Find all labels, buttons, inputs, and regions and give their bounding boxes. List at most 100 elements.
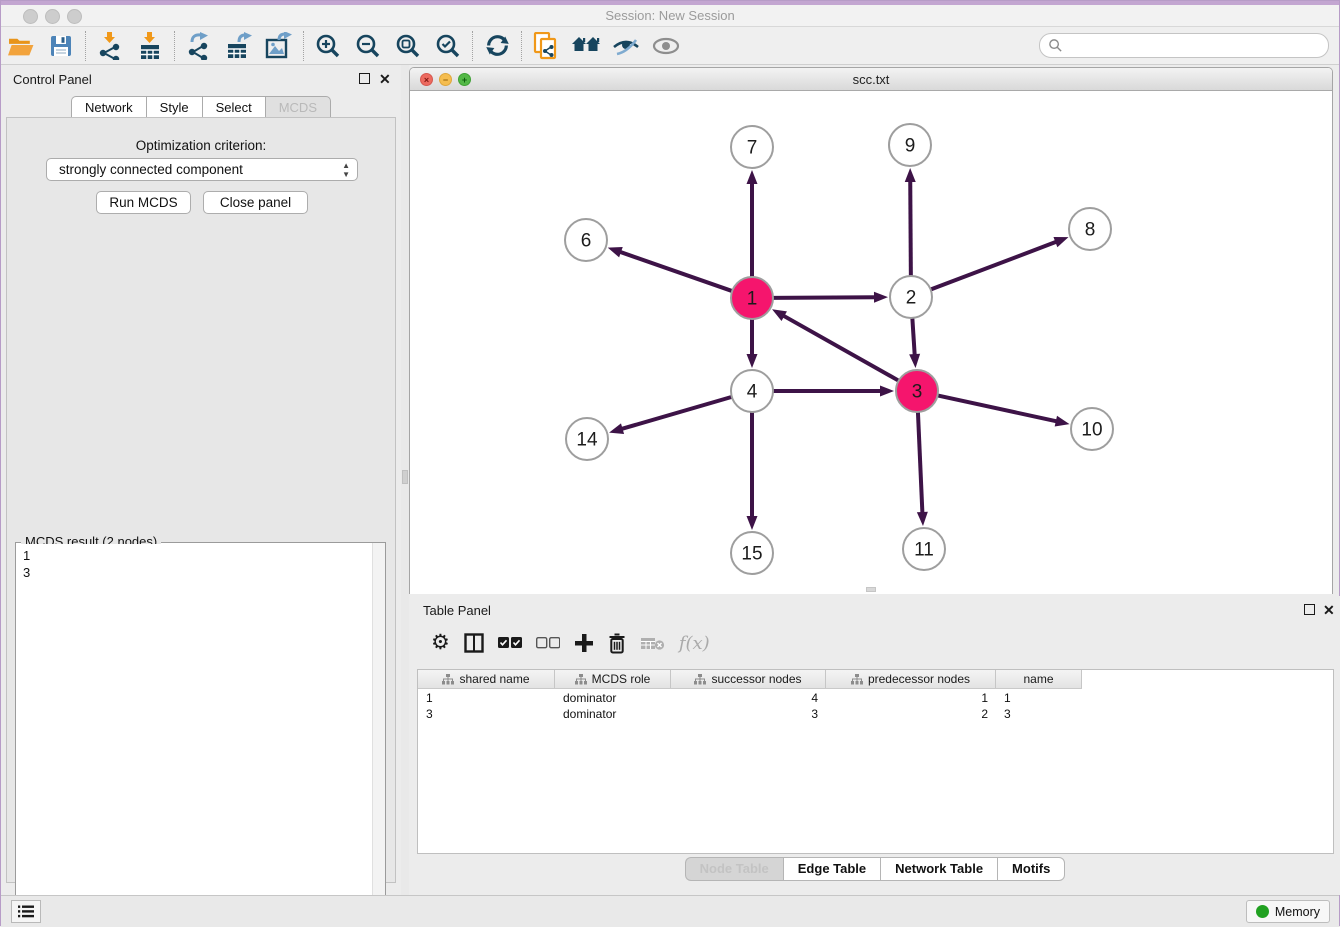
search-input[interactable] — [1063, 39, 1328, 53]
table-cell: 2 — [826, 706, 996, 722]
table-float-icon[interactable] — [1304, 604, 1315, 617]
import-table-icon[interactable] — [130, 30, 170, 62]
tab-node-table[interactable]: Node Table — [685, 857, 783, 881]
table-row[interactable]: 3dominator323 — [418, 706, 1333, 722]
table-tabs: Node Table Edge Table Network Table Moti… — [409, 857, 1340, 881]
graph-edge-arrowhead — [1055, 416, 1070, 427]
graph-edge[interactable] — [619, 252, 732, 292]
graph-edge[interactable] — [910, 180, 911, 276]
panel-splitter[interactable] — [401, 65, 409, 895]
column-header-name[interactable]: name — [996, 670, 1082, 688]
table-cell: 3 — [418, 706, 555, 722]
result-line: 1 — [23, 547, 365, 564]
graph-edge[interactable] — [912, 318, 914, 356]
add-row-icon[interactable] — [574, 633, 594, 653]
deselect-all-checkboxes-icon[interactable] — [536, 637, 560, 649]
float-panel-icon[interactable] — [359, 73, 370, 86]
toolbar-separator — [85, 31, 86, 61]
graph-node-label: 9 — [905, 136, 916, 157]
control-panel: Control Panel ✕ Network Style Select MCD… — [1, 65, 401, 895]
graph-edge[interactable] — [931, 241, 1058, 289]
graph-node-label: 15 — [741, 544, 762, 565]
table-row[interactable]: 1dominator411 — [418, 690, 1333, 706]
memory-status-icon — [1256, 905, 1269, 918]
mcds-result-list[interactable]: 13 — [17, 544, 371, 922]
graph-edge-arrowhead — [747, 170, 758, 184]
columns-icon[interactable] — [464, 633, 484, 653]
network-view-window: × − + scc.txt 7968124314101511 — [409, 67, 1333, 594]
table-cell: 4 — [671, 690, 826, 706]
run-mcds-button[interactable]: Run MCDS — [96, 191, 191, 214]
network-canvas[interactable]: 7968124314101511 — [410, 91, 1332, 594]
toolbar-separator — [521, 31, 522, 61]
zoom-in-icon[interactable] — [308, 30, 348, 62]
function-builder-icon: f(x) — [679, 633, 710, 654]
save-session-icon[interactable] — [41, 30, 81, 62]
tab-motifs[interactable]: Motifs — [997, 857, 1065, 881]
show-all-icon[interactable] — [646, 30, 686, 62]
table-cell: 1 — [418, 690, 555, 706]
graph-edge[interactable] — [938, 395, 1058, 421]
table-cell: dominator — [555, 706, 671, 722]
result-scrollbar[interactable] — [372, 543, 385, 923]
optimization-criterion-label: Optimization criterion: — [7, 138, 395, 153]
result-line: 3 — [23, 564, 365, 581]
search-field[interactable] — [1039, 33, 1329, 58]
cybrowser-home-icon[interactable] — [566, 30, 606, 62]
graph-edge-arrowhead — [874, 292, 888, 303]
canvas-grip[interactable] — [866, 587, 876, 592]
close-panel-button[interactable]: Close panel — [203, 191, 308, 214]
network-window-titlebar[interactable]: × − + scc.txt — [410, 68, 1332, 91]
tree-icon — [575, 674, 587, 685]
column-header-shared-name[interactable]: shared name — [418, 670, 555, 688]
window-titlebar: Session: New Session — [1, 5, 1339, 27]
column-header-predecessor-nodes[interactable]: predecessor nodes — [826, 670, 996, 688]
criterion-select[interactable]: strongly connected component ▲▼ — [46, 158, 358, 181]
table-close-icon[interactable]: ✕ — [1323, 604, 1335, 616]
column-header-MCDS-role[interactable]: MCDS role — [555, 670, 671, 688]
import-network-icon[interactable] — [90, 30, 130, 62]
export-table-icon[interactable] — [219, 30, 259, 62]
node-table: shared nameMCDS rolesuccessor nodesprede… — [417, 669, 1334, 854]
export-image-icon[interactable] — [259, 30, 299, 62]
gear-icon[interactable]: ⚙ — [431, 633, 450, 653]
zoom-out-icon[interactable] — [348, 30, 388, 62]
control-panel-title: Control Panel — [13, 72, 92, 87]
memory-label: Memory — [1275, 905, 1320, 919]
delete-row-icon[interactable] — [608, 633, 626, 654]
table-header-row: shared nameMCDS rolesuccessor nodesprede… — [418, 670, 1082, 689]
table-cell: dominator — [555, 690, 671, 706]
graph-edge[interactable] — [918, 412, 923, 514]
select-all-checkboxes-icon[interactable] — [498, 637, 522, 649]
table-cell: 1 — [996, 690, 1082, 706]
graph-edge[interactable] — [782, 315, 898, 381]
zoom-selected-icon[interactable] — [428, 30, 468, 62]
task-history-button[interactable] — [11, 900, 41, 923]
network-graph[interactable]: 7968124314101511 — [410, 91, 1332, 594]
open-session-icon[interactable] — [1, 30, 41, 62]
graph-edge-arrowhead — [608, 247, 623, 257]
graph-edge[interactable] — [773, 297, 876, 298]
refresh-icon[interactable] — [477, 30, 517, 62]
close-panel-icon[interactable]: ✕ — [379, 73, 391, 85]
network-window-title: scc.txt — [410, 72, 1332, 87]
graph-edge-arrowhead — [880, 386, 894, 397]
delete-table-icon — [640, 636, 665, 651]
tab-network-table[interactable]: Network Table — [880, 857, 997, 881]
tree-icon — [442, 674, 454, 685]
graph-edge-arrowhead — [747, 516, 758, 530]
list-icon — [18, 905, 34, 918]
tab-edge-table[interactable]: Edge Table — [783, 857, 880, 881]
duplicate-network-icon[interactable] — [526, 30, 566, 62]
main-toolbar — [1, 27, 1339, 65]
zoom-fit-icon[interactable] — [388, 30, 428, 62]
column-header-successor-nodes[interactable]: successor nodes — [671, 670, 826, 688]
splitter-grip[interactable] — [402, 470, 408, 484]
memory-button[interactable]: Memory — [1246, 900, 1330, 923]
export-network-icon[interactable] — [179, 30, 219, 62]
table-cell: 1 — [826, 690, 996, 706]
graph-edge[interactable] — [621, 397, 732, 429]
tree-icon — [851, 674, 863, 685]
hide-selected-icon[interactable] — [606, 30, 646, 62]
graph-node-label: 14 — [576, 430, 598, 451]
